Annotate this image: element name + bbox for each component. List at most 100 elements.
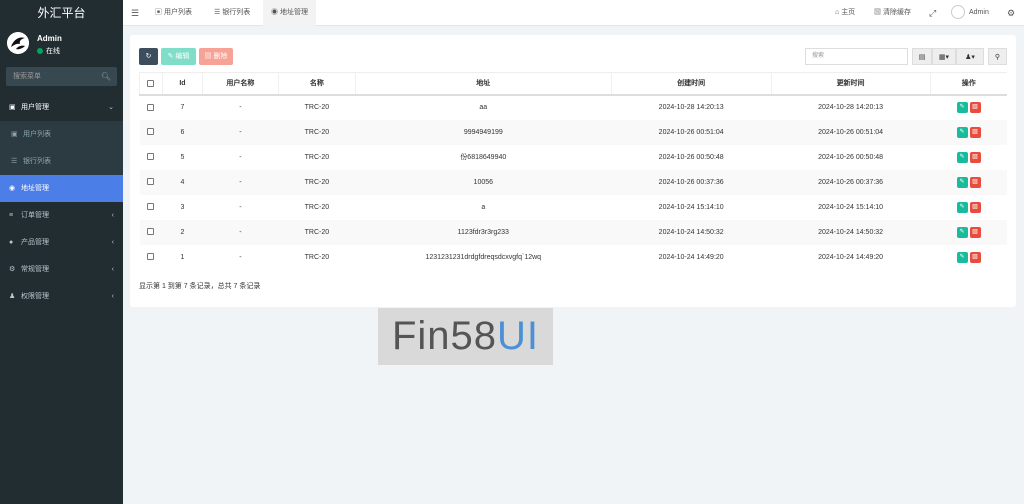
sidebar-item-label: 用户列表 xyxy=(23,131,51,138)
col-created-time[interactable]: 创建时间 xyxy=(610,72,772,96)
table-row[interactable]: 5 - TRC-20 份6818649940 2024-10-26 00:50:48 20… xyxy=(140,145,1008,170)
row-delete-trash-icon[interactable]: ▧ xyxy=(969,176,981,188)
table-row[interactable]: 3 - TRC-20 a 2024-10-24 15:14:10 2024-10-24 1… xyxy=(140,195,1008,220)
tab-address-management[interactable]: ◉ 地址管理 xyxy=(263,0,316,26)
tab-label: 银行列表 xyxy=(222,9,251,16)
cell-updated: 2024-10-26 00:37:36 xyxy=(818,178,884,186)
row-delete-trash-icon[interactable]: ▧ xyxy=(969,102,981,113)
table-cell: 4 xyxy=(162,169,203,195)
row-checkbox[interactable] xyxy=(147,153,155,161)
cell-address: a xyxy=(481,203,486,211)
cell-username: - xyxy=(239,253,242,261)
tab-user-list[interactable]: ▣ 用户列表 xyxy=(149,0,198,26)
admin-menu[interactable]: Admin xyxy=(951,0,989,26)
col-name[interactable]: 名称 xyxy=(277,72,356,96)
watermark-main: Fin58 xyxy=(391,314,498,358)
row-checkbox[interactable] xyxy=(147,203,155,211)
brand-title: 外汇平台 xyxy=(0,0,123,26)
user-status: 在线 xyxy=(37,46,60,56)
table-row[interactable]: 1 - TRC-20 1231231231drdgfdreqsdcxvgfq`12wq… xyxy=(140,245,1008,270)
users-icon: ♟ xyxy=(9,293,16,300)
home-link[interactable]: ⌂ 主页 xyxy=(835,0,855,26)
cell-address: 9994949199 xyxy=(463,128,503,136)
row-checkbox[interactable] xyxy=(147,103,155,111)
columns-button[interactable]: ▦▾ xyxy=(932,48,956,65)
row-delete-trash-icon[interactable]: ▧ xyxy=(969,151,981,163)
table-cell: 2024-10-26 00:50:48 xyxy=(771,145,930,170)
fullscreen-icon[interactable]: ⤢ xyxy=(929,0,936,26)
database-icon: ☰ xyxy=(11,158,18,165)
table-cell: 2 xyxy=(162,219,203,245)
row-edit-pencil-icon[interactable]: ✎ xyxy=(956,226,968,238)
row-delete-trash-icon[interactable]: ▧ xyxy=(969,201,981,213)
table-cell xyxy=(140,195,163,220)
sidebar-item-label: 用户管理 xyxy=(21,104,49,111)
col-username[interactable]: 用户名称 xyxy=(201,72,279,96)
menu-toggle-icon[interactable]: ☰ xyxy=(131,0,141,26)
row-edit-pencil-icon[interactable]: ✎ xyxy=(956,102,968,113)
refresh-button[interactable]: ↻ xyxy=(139,48,158,65)
col-address[interactable]: 地址 xyxy=(354,72,612,96)
edit-button[interactable]: ✎ 编辑 xyxy=(161,48,196,65)
row-edit-pencil-icon[interactable]: ✎ xyxy=(956,201,968,213)
table-cell: TRC-20 xyxy=(278,245,355,270)
row-checkbox[interactable] xyxy=(147,253,155,261)
sidebar-item-label: 订单管理 xyxy=(21,212,49,219)
cell-updated: 2024-10-24 14:49:20 xyxy=(818,253,884,261)
export-button[interactable]: ▤ xyxy=(912,48,932,65)
sidebar-item-label: 银行列表 xyxy=(23,158,51,165)
sidebar: 外汇平台 Admin 在线 搜索菜单 🔍︎ ▣ 用户管理 ⌄ ▣ 用户列表 ☰ 银行列… xyxy=(0,0,123,504)
sidebar-item-user-management[interactable]: ▣ 用户管理 ⌄ xyxy=(0,94,123,121)
sidebar-item-permission-management[interactable]: ♟ 权限管理 ‹ xyxy=(0,283,123,310)
table-cell: 2024-10-24 14:50:32 xyxy=(771,219,931,245)
select-all-checkbox[interactable] xyxy=(147,79,155,87)
table-row[interactable]: 2 - TRC-20 1123fdr3r3rg233 2024-10-24 14:50:… xyxy=(139,219,1007,245)
clear-cache-button[interactable]: ▧ 清除缓存 xyxy=(874,0,911,26)
row-checkbox[interactable] xyxy=(147,128,155,136)
watermark-accent: UI xyxy=(497,314,540,358)
avatar xyxy=(7,32,29,54)
toggle-view-button[interactable]: ♟▾ xyxy=(956,48,984,65)
row-checkbox[interactable] xyxy=(147,178,155,186)
product-icon: ● xyxy=(9,239,14,246)
search-button[interactable]: ⚲ xyxy=(988,48,1007,65)
row-checkbox[interactable] xyxy=(147,228,155,236)
col-id[interactable]: Id xyxy=(161,72,203,96)
delete-button[interactable]: ▧ 删除 xyxy=(199,48,233,65)
cell-username: - xyxy=(239,128,242,136)
table-cell: aa xyxy=(355,95,611,120)
table-row[interactable]: 6 - TRC-20 9994949199 2024-10-26 00:51:04 202… xyxy=(139,119,1007,145)
table-row[interactable]: 7 - TRC-20 aa 2024-10-28 14:20:13 2024-10-28 … xyxy=(140,95,1008,120)
table-cell: - xyxy=(202,245,278,270)
sidebar-item-bank-list[interactable]: ☰ 银行列表 xyxy=(0,148,123,175)
row-delete-trash-icon[interactable]: ▧ xyxy=(969,251,981,263)
search-icon[interactable]: 🔍︎ xyxy=(101,67,111,86)
export-icon: ▤ xyxy=(918,54,926,61)
sidebar-search-input[interactable]: 搜索菜单 🔍︎ xyxy=(6,67,117,86)
row-edit-pencil-icon[interactable]: ✎ xyxy=(956,176,968,188)
row-edit-pencil-icon[interactable]: ✎ xyxy=(956,151,968,163)
tab-label: 用户列表 xyxy=(163,9,192,16)
table-search-input[interactable]: 搜索 xyxy=(805,48,908,65)
sidebar-item-general-management[interactable]: ⚙ 常规管理 ‹ xyxy=(0,256,123,283)
sidebar-item-order-management[interactable]: ≡ 订单管理 ‹ xyxy=(0,202,123,229)
table-row[interactable]: 4 - TRC-20 10056 2024-10-26 00:37:36 2024-10-… xyxy=(139,169,1007,195)
sidebar-item-label: 产品管理 xyxy=(21,239,49,246)
select-all-checkbox-cell[interactable] xyxy=(139,72,163,96)
row-delete-trash-icon[interactable]: ▧ xyxy=(969,226,981,238)
sidebar-item-user-list[interactable]: ▣ 用户列表 xyxy=(0,121,123,148)
settings-gear-icon[interactable]: ⚙ xyxy=(1007,0,1015,26)
sidebar-item-address-management[interactable]: ◉ 地址管理 xyxy=(0,175,123,202)
home-label: 主页 xyxy=(841,9,856,16)
col-updated-time[interactable]: 更新时间 xyxy=(770,72,931,96)
delete-label: 删除 xyxy=(213,53,228,60)
table-cell: ✎ ▧ xyxy=(930,119,1007,145)
row-edit-pencil-icon[interactable]: ✎ xyxy=(956,126,968,138)
row-delete-trash-icon[interactable]: ▧ xyxy=(969,126,981,138)
tab-bank-list[interactable]: ☰ 银行列表 xyxy=(208,0,256,26)
user-list-icon: ▣ xyxy=(11,131,18,138)
sidebar-item-product-management[interactable]: ● 产品管理 ‹ xyxy=(0,229,123,256)
cell-username: - xyxy=(239,228,242,236)
row-edit-pencil-icon[interactable]: ✎ xyxy=(956,251,968,263)
avatar xyxy=(951,5,965,20)
